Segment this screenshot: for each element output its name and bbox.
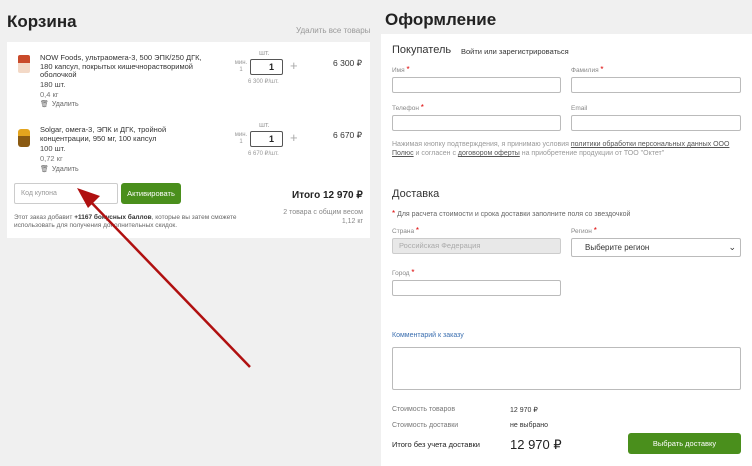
trash-icon: 🗑 <box>40 101 49 108</box>
chevron-down-icon: ⌄ <box>728 242 736 252</box>
order-comment-field[interactable] <box>392 347 741 390</box>
last-name-field[interactable] <box>571 77 741 93</box>
delivery-note: * Для расчета стоимости и срока доставки… <box>392 209 631 218</box>
cart-summary: 2 товара с общим весом 1,12 кг <box>267 208 363 226</box>
region-label: Регион * <box>571 226 597 235</box>
product-image[interactable] <box>18 129 30 147</box>
required-asterisk: * <box>392 209 396 218</box>
cart-title: Корзина <box>7 12 77 31</box>
product-pack: 180 шт. <box>40 80 66 89</box>
summary-weight: 1,12 кг <box>341 218 363 225</box>
order-comment-link[interactable]: Комментарий к заказу <box>392 332 464 339</box>
email-field[interactable] <box>571 115 741 131</box>
city-label: Город * <box>392 268 415 277</box>
terms-text: Нажимая кнопку подтверждения, я принимаю… <box>392 141 730 157</box>
product-image[interactable] <box>18 55 30 73</box>
unit-label: шт. <box>259 120 270 129</box>
quantity-input[interactable]: 1 <box>250 59 283 75</box>
country-field: Российская Федерация <box>392 238 561 254</box>
required-asterisk: * <box>593 226 597 235</box>
delete-item-button[interactable]: 🗑 Удалить <box>40 165 79 173</box>
goods-cost-label: Стоимость товаров <box>392 406 456 413</box>
goods-cost-value: 12 970 ₽ <box>510 407 538 414</box>
min-qty-label: мин. 1 <box>234 60 248 73</box>
offer-agreement-link[interactable]: договором оферты <box>458 150 520 157</box>
checkout-panel: Покупатель Войти или зарегистрироваться … <box>381 34 752 466</box>
bonus-prefix: Этот заказ добавит <box>14 214 75 221</box>
buyer-section-title: Покупатель <box>392 44 452 56</box>
required-asterisk: * <box>600 65 604 74</box>
unit-price: 6 670 ₽/шт. <box>248 151 279 157</box>
delete-label: Удалить <box>51 166 79 173</box>
delivery-cost-value: не выбрано <box>510 422 549 429</box>
required-asterisk: * <box>411 268 415 277</box>
trash-icon: 🗑 <box>40 166 49 173</box>
region-select[interactable]: Выберите регион ⌄ <box>571 238 741 257</box>
cart-total: Итого 12 970 ₽ <box>292 190 363 201</box>
required-asterisk: * <box>420 103 424 112</box>
total-without-delivery-value: 12 970 ₽ <box>510 437 562 452</box>
product-name[interactable]: Solgar, омега-3, ЭПК и ДГК, тройной конц… <box>40 125 215 143</box>
product-weight: 0,72 кг <box>40 154 63 163</box>
product-weight: 0,4 кг <box>40 90 59 99</box>
min-qty-label: мин. 1 <box>234 132 248 145</box>
delete-label: Удалить <box>51 101 79 108</box>
item-price: 6 300 ₽ <box>333 58 363 68</box>
delete-item-button[interactable]: 🗑 Удалить <box>40 100 79 108</box>
bonus-amount: +1167 бонусных баллов <box>74 214 152 221</box>
required-asterisk: * <box>406 65 410 74</box>
plus-icon[interactable]: + <box>290 130 298 145</box>
item-price: 6 670 ₽ <box>333 130 363 140</box>
country-label: Страна * <box>392 226 420 235</box>
product-pack: 100 шт. <box>40 144 66 153</box>
phone-field[interactable] <box>392 115 561 131</box>
last-name-label: Фамилия * <box>571 65 604 74</box>
first-name-field[interactable] <box>392 77 561 93</box>
total-without-delivery-label: Итого без учета доставки <box>392 440 480 449</box>
delivery-section-title: Доставка <box>392 188 440 200</box>
first-name-label: Имя * <box>392 65 410 74</box>
login-register-link[interactable]: Войти или зарегистрироваться <box>461 47 569 56</box>
clear-cart-link[interactable]: Удалить все товары <box>296 26 370 35</box>
activate-coupon-button[interactable]: Активировать <box>121 183 181 204</box>
quantity-input[interactable]: 1 <box>250 131 283 147</box>
checkout-title: Оформление <box>385 10 497 29</box>
required-asterisk: * <box>415 226 420 235</box>
unit-price: 6 300 ₽/шт. <box>248 79 279 85</box>
plus-icon[interactable]: + <box>290 58 298 73</box>
coupon-input[interactable]: Код купона <box>14 183 118 204</box>
city-field[interactable] <box>392 280 561 296</box>
delivery-cost-label: Стоимость доставки <box>392 422 459 429</box>
choose-delivery-button[interactable]: Выбрать доставку <box>628 433 741 454</box>
email-label: Email <box>571 105 588 112</box>
cart-panel: NOW Foods, ультраомега-3, 500 ЭПК/250 ДГ… <box>7 42 370 238</box>
bonus-info: Этот заказ добавит +1167 бонусных баллов… <box>14 214 254 230</box>
unit-label: шт. <box>259 48 270 57</box>
phone-label: Телефон * <box>392 103 424 112</box>
product-name[interactable]: NOW Foods, ультраомега-3, 500 ЭПК/250 ДГ… <box>40 53 215 80</box>
summary-count: 2 товара с общим весом <box>283 209 363 216</box>
